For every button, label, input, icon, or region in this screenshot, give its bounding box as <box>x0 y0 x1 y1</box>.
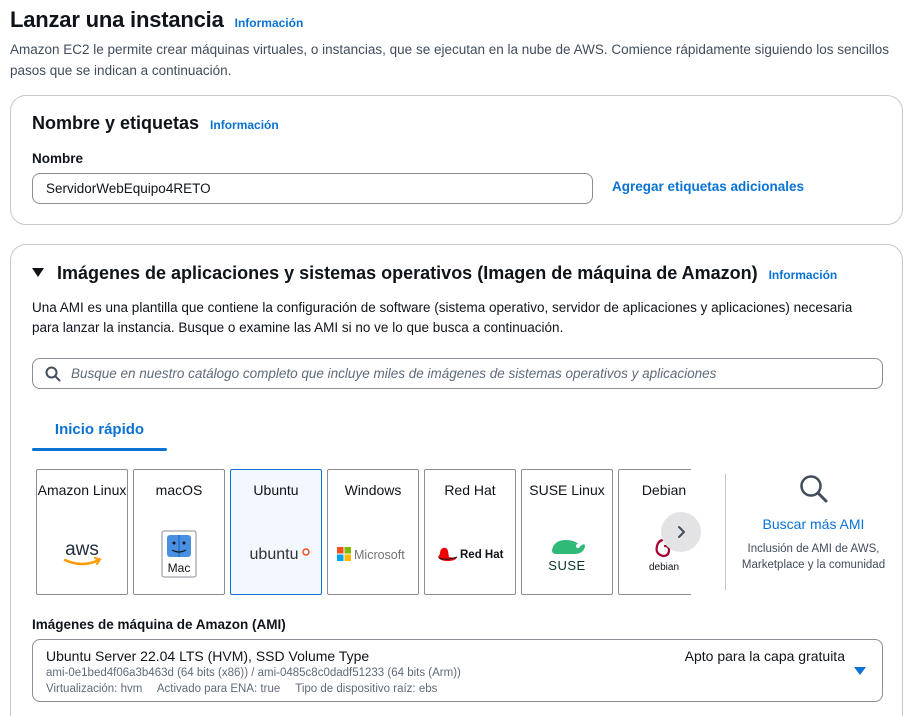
svg-text:Red Hat: Red Hat <box>460 549 504 561</box>
tile-label: Amazon Linux <box>37 482 127 498</box>
svg-text:Microsoft: Microsoft <box>354 548 405 562</box>
aws-logo-icon: aws <box>37 534 127 574</box>
ami-meta: Virtualización: hvm Activado para ENA: t… <box>46 683 449 695</box>
ami-info-link[interactable]: Información <box>769 268 838 282</box>
ami-description: Una AMI es una plantilla que contiene la… <box>32 300 853 335</box>
tile-amazon-linux[interactable]: Amazon Linux aws <box>36 469 128 595</box>
tile-label: SUSE Linux <box>529 482 605 498</box>
name-field-label: Nombre <box>32 151 84 166</box>
tile-label: macOS <box>155 482 203 498</box>
browse-more-ami-link[interactable]: Buscar más AMI <box>736 516 891 532</box>
svg-text:Mac: Mac <box>168 561 191 575</box>
tile-ubuntu[interactable]: Ubuntu ubuntu <box>230 469 322 595</box>
tile-suse-linux[interactable]: SUSE Linux SUSE <box>521 469 613 595</box>
ami-search-input[interactable]: Busque en nuestro catálogo completo que … <box>32 358 883 389</box>
browse-more-amis: Buscar más AMI Inclusión de AMI de AWS, … <box>736 473 891 573</box>
tile-label: Windows <box>344 482 402 498</box>
microsoft-logo-icon: Microsoft <box>328 534 418 574</box>
ami-selected-title: Ubuntu Server 22.04 LTS (HVM), SSD Volum… <box>46 648 370 664</box>
redhat-logo-icon: Red Hat <box>425 534 515 574</box>
ami-panel: Imágenes de aplicaciones y sistemas oper… <box>10 244 903 716</box>
caret-down-icon <box>854 667 866 675</box>
tile-macos[interactable]: macOS Mac <box>133 469 225 595</box>
chevron-right-icon <box>678 526 685 538</box>
caret-down-icon <box>32 268 44 277</box>
search-placeholder: Busque en nuestro catálogo completo que … <box>71 366 717 381</box>
ami-ena: Activado para ENA: true <box>156 683 281 695</box>
search-icon <box>45 366 61 381</box>
page-title: Lanzar una instancia <box>10 7 224 32</box>
name-tags-title: Nombre y etiquetas <box>32 113 200 133</box>
tile-red-hat[interactable]: Red Hat Red Hat <box>424 469 516 595</box>
ami-section-header[interactable]: Imágenes de aplicaciones y sistemas oper… <box>32 263 837 284</box>
ami-select-label: Imágenes de máquina de Amazon (AMI) <box>32 617 286 632</box>
tile-label: Ubuntu <box>253 482 299 498</box>
svg-text:debian: debian <box>649 562 679 573</box>
free-tier-badge: Apto para la capa gratuita <box>684 648 845 664</box>
page-info-link[interactable]: Información <box>235 16 304 30</box>
tab-inicio-rapido[interactable]: Inicio rápido <box>32 411 167 451</box>
divider <box>725 474 726 590</box>
ubuntu-logo-icon: ubuntu <box>231 534 321 574</box>
tile-windows[interactable]: Windows Microsoft <box>327 469 419 595</box>
ami-section-title: Imágenes de aplicaciones y sistemas oper… <box>57 263 758 283</box>
tile-label: Red Hat <box>444 482 496 498</box>
name-tags-info-link[interactable]: Información <box>210 118 279 132</box>
carousel-next-button[interactable] <box>661 512 701 552</box>
name-input[interactable] <box>32 173 593 204</box>
svg-text:aws: aws <box>65 539 99 560</box>
ami-ids: ami-0e1bed4f06a3b463d (64 bits (x86)) / … <box>46 667 461 679</box>
page-intro: Amazon EC2 le permite crear máquinas vir… <box>10 42 889 78</box>
name-tags-header: Nombre y etiquetas Información <box>32 113 279 134</box>
mac-logo-icon: Mac <box>134 530 224 578</box>
search-large-icon <box>799 475 827 503</box>
tile-label: Debian <box>641 482 687 498</box>
tab-active-indicator <box>32 448 167 451</box>
ami-root-device: Tipo de dispositivo raíz: ebs <box>295 683 438 695</box>
tab-label: Inicio rápido <box>54 421 145 438</box>
quick-start-tiles: Amazon Linux aws macOS Mac Ubuntu ubuntu… <box>36 469 691 596</box>
browse-more-ami-description: Inclusión de AMI de AWS, Marketplace y l… <box>741 543 886 571</box>
name-tags-panel: Nombre y etiquetas Información Nombre Ag… <box>10 95 903 225</box>
suse-logo-icon: SUSE <box>522 534 612 574</box>
svg-text:SUSE: SUSE <box>548 558 585 573</box>
ami-virtualization: Virtualización: hvm <box>46 683 143 695</box>
svg-text:ubuntu: ubuntu <box>250 546 299 563</box>
add-tags-link[interactable]: Agregar etiquetas adicionales <box>612 179 804 194</box>
page-header: Lanzar una instancia Información <box>10 7 303 33</box>
ami-select-dropdown[interactable]: Ubuntu Server 22.04 LTS (HVM), SSD Volum… <box>32 639 883 702</box>
